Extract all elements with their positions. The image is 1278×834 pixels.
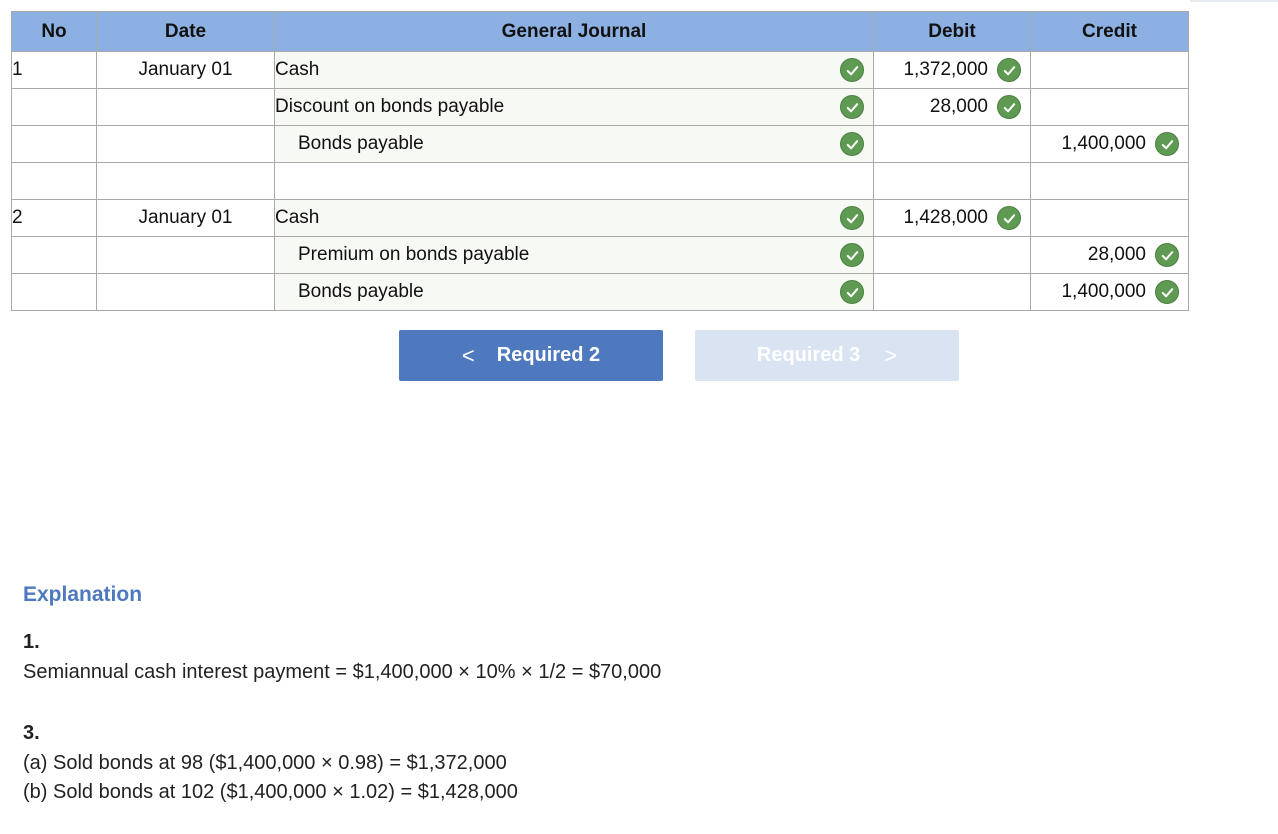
credit-cell[interactable] bbox=[1030, 162, 1189, 200]
entry-number bbox=[11, 162, 97, 200]
chevron-left-icon: < bbox=[461, 342, 475, 368]
check-circle-icon bbox=[840, 95, 864, 119]
table-row: 2 January 01 Cash 1,428,000 bbox=[11, 199, 1189, 237]
debit-amount: 1,428,000 bbox=[903, 207, 988, 228]
credit-cell[interactable]: 1,400,000 bbox=[1030, 125, 1189, 163]
debit-cell[interactable]: 1,372,000 bbox=[873, 51, 1031, 89]
credit-cell[interactable] bbox=[1030, 51, 1189, 89]
table-row: Bonds payable 1,400,000 bbox=[11, 125, 1189, 163]
header-general-journal: General Journal bbox=[274, 11, 874, 52]
debit-amount: 1,372,000 bbox=[903, 59, 988, 80]
credit-amount: 1,400,000 bbox=[1061, 281, 1146, 302]
explanation-title: Explanation bbox=[23, 583, 143, 606]
entry-number bbox=[11, 125, 97, 163]
entry-number bbox=[11, 236, 97, 274]
check-circle-icon bbox=[1155, 280, 1179, 304]
check-circle-icon bbox=[997, 206, 1021, 230]
required-2-label: Required 2 bbox=[496, 344, 601, 366]
table-row: Bonds payable 1,400,000 bbox=[11, 273, 1189, 311]
entry-date-value: January 01 bbox=[138, 207, 233, 228]
required-3-label: Required 3 bbox=[756, 344, 861, 366]
debit-amount: 28,000 bbox=[929, 96, 988, 117]
credit-amount: 28,000 bbox=[1087, 244, 1146, 265]
header-debit: Debit bbox=[873, 11, 1031, 52]
account-cell[interactable]: Cash bbox=[274, 199, 874, 237]
check-circle-icon bbox=[840, 206, 864, 230]
explanation-item-3-line-a: (a) Sold bonds at 98 ($1,400,000 × 0.98)… bbox=[23, 752, 507, 774]
entry-number: 1 bbox=[11, 51, 97, 89]
account-name: Bonds payable bbox=[298, 133, 424, 154]
header-credit: Credit bbox=[1030, 11, 1189, 52]
account-cell[interactable]: Discount on bonds payable bbox=[274, 88, 874, 126]
table-row bbox=[11, 162, 1189, 200]
entry-date[interactable]: January 01 bbox=[96, 51, 275, 89]
entry-date[interactable] bbox=[96, 88, 275, 126]
header-date: Date bbox=[96, 11, 275, 52]
general-journal-table: No Date General Journal Debit Credit 1 J… bbox=[11, 11, 1189, 311]
credit-cell[interactable]: 1,400,000 bbox=[1030, 273, 1189, 311]
explanation-item-1-number: 1. bbox=[23, 631, 40, 653]
account-name: Discount on bonds payable bbox=[275, 96, 505, 117]
check-circle-icon bbox=[840, 58, 864, 82]
credit-cell[interactable] bbox=[1030, 88, 1189, 126]
check-circle-icon bbox=[1155, 243, 1179, 267]
debit-cell[interactable] bbox=[873, 236, 1031, 274]
account-cell[interactable]: Premium on bonds payable bbox=[274, 236, 874, 274]
account-name: Premium on bonds payable bbox=[298, 244, 530, 265]
credit-cell[interactable]: 28,000 bbox=[1030, 236, 1189, 274]
account-name: Bonds payable bbox=[298, 281, 424, 302]
account-cell[interactable]: Bonds payable bbox=[274, 125, 874, 163]
entry-date-value: January 01 bbox=[138, 59, 233, 80]
account-name: Cash bbox=[275, 59, 320, 80]
check-circle-icon bbox=[997, 58, 1021, 82]
table-row: 1 January 01 Cash 1,372,000 bbox=[11, 51, 1189, 89]
account-cell[interactable]: Cash bbox=[274, 51, 874, 89]
entry-date[interactable] bbox=[96, 273, 275, 311]
entry-number bbox=[11, 273, 97, 311]
check-circle-icon bbox=[1155, 132, 1179, 156]
credit-cell[interactable] bbox=[1030, 199, 1189, 237]
entry-number bbox=[11, 88, 97, 126]
check-circle-icon bbox=[840, 280, 864, 304]
required-2-button[interactable]: < Required 2 bbox=[399, 330, 663, 381]
table-header-row: No Date General Journal Debit Credit bbox=[11, 11, 1189, 52]
check-circle-icon bbox=[840, 243, 864, 267]
explanation-item-3-line-b: (b) Sold bonds at 102 ($1,400,000 × 1.02… bbox=[23, 781, 518, 803]
debit-cell[interactable]: 28,000 bbox=[873, 88, 1031, 126]
debit-cell[interactable] bbox=[873, 162, 1031, 200]
account-cell[interactable]: Bonds payable bbox=[274, 273, 874, 311]
entry-date[interactable]: January 01 bbox=[96, 199, 275, 237]
entry-date[interactable] bbox=[96, 125, 275, 163]
entry-number: 2 bbox=[11, 199, 97, 237]
debit-cell[interactable] bbox=[873, 125, 1031, 163]
required-3-button[interactable]: Required 3 > bbox=[695, 330, 959, 381]
account-name: Cash bbox=[275, 207, 320, 228]
account-cell[interactable] bbox=[274, 162, 874, 200]
table-row: Premium on bonds payable 28,000 bbox=[11, 236, 1189, 274]
header-no: No bbox=[11, 11, 97, 52]
entry-date[interactable] bbox=[96, 162, 275, 200]
chevron-right-icon: > bbox=[884, 342, 898, 368]
check-circle-icon bbox=[840, 132, 864, 156]
entry-date[interactable] bbox=[96, 236, 275, 274]
explanation-item-1-text: Semiannual cash interest payment = $1,40… bbox=[23, 661, 662, 683]
top-divider bbox=[1190, 0, 1278, 2]
debit-cell[interactable]: 1,428,000 bbox=[873, 199, 1031, 237]
check-circle-icon bbox=[997, 95, 1021, 119]
debit-cell[interactable] bbox=[873, 273, 1031, 311]
explanation-item-3-number: 3. bbox=[23, 722, 40, 744]
table-row: Discount on bonds payable 28,000 bbox=[11, 88, 1189, 126]
credit-amount: 1,400,000 bbox=[1061, 133, 1146, 154]
